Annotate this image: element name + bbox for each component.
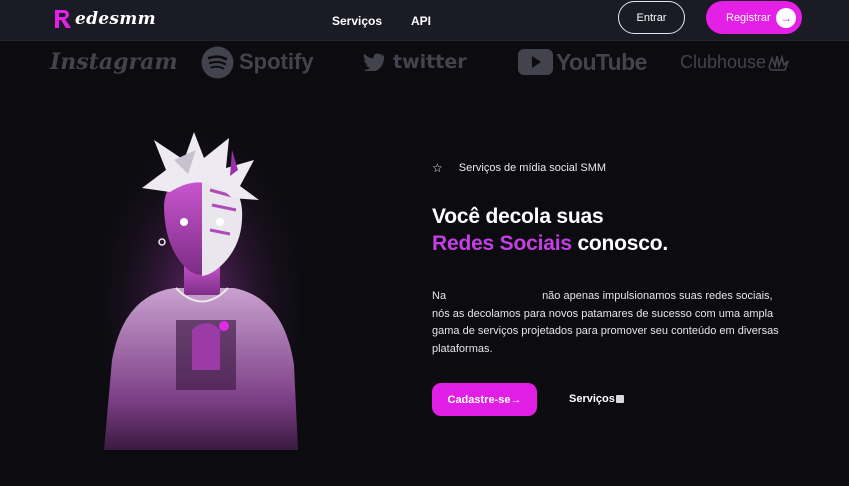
youtube-play-icon	[518, 49, 553, 75]
register-button-label: Registrar	[726, 11, 771, 24]
logo-text: edesmm	[75, 9, 156, 29]
headline-line1: Você decola suas	[432, 205, 604, 228]
logo[interactable]: edesmm	[52, 7, 156, 31]
star-outline-icon: ☆	[432, 161, 443, 175]
nav-link-api[interactable]: API	[411, 14, 431, 28]
brand-spotify: Spotify	[201, 46, 314, 78]
clubhouse-hand-icon	[768, 54, 789, 71]
signup-button[interactable]: Cadastre-se →	[432, 383, 537, 416]
nav-link-servicos[interactable]: Serviços	[332, 14, 382, 28]
services-link-label: Serviços	[569, 393, 615, 405]
headline-rest: conosco.	[571, 232, 669, 255]
login-button[interactable]: Entrar	[618, 1, 685, 34]
brand-clubhouse: Clubhouse	[680, 46, 790, 78]
brand-instagram: Instagram	[50, 49, 178, 75]
hero-description: Na não apenas impulsionamos suas redes so…	[432, 288, 782, 358]
services-link[interactable]: Serviços	[569, 393, 624, 405]
hero-avatar-illustration	[104, 130, 298, 450]
brand-youtube: YouTube	[518, 46, 647, 78]
register-button[interactable]: Registrar →	[706, 1, 802, 34]
headline-accent: Redes Sociais	[432, 232, 572, 255]
tagline-text: Serviços de mídia social SMM	[458, 162, 607, 174]
spotify-icon	[201, 46, 234, 78]
top-navbar: edesmm Serviços API Entrar Registrar →	[0, 0, 849, 41]
twitter-bird-icon	[363, 53, 385, 71]
brand-twitter: twitter	[363, 46, 467, 78]
arrow-right-icon: →	[510, 393, 522, 406]
hero-headline: Você decola suas Redes Sociais conosco.	[432, 203, 668, 257]
arrow-right-icon: →	[776, 8, 796, 28]
signup-button-label: Cadastre-se	[447, 393, 511, 406]
hero-tagline: ☆ Serviços de mídia social SMM	[432, 161, 606, 175]
logo-r-icon	[55, 10, 71, 28]
headline-line2: Redes Sociais conosco.	[432, 230, 668, 257]
description-start: Na	[432, 290, 447, 302]
redacted-text	[446, 291, 543, 302]
external-link-icon	[615, 395, 624, 403]
